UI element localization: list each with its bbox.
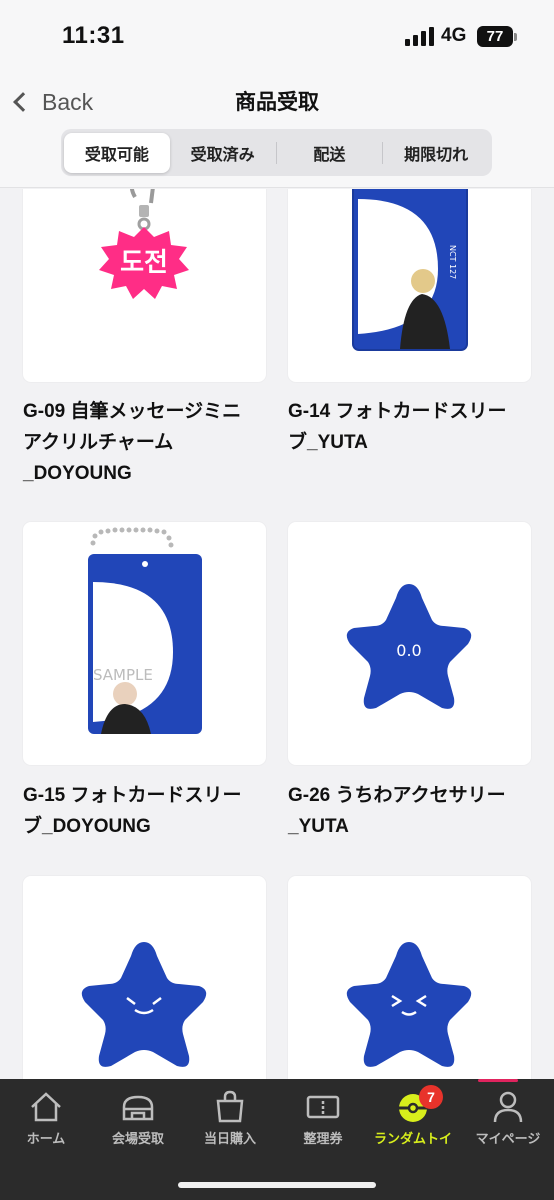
signal-icon <box>405 27 435 46</box>
random-toy-icon: 7 <box>395 1085 443 1125</box>
shopping-bag-icon <box>212 1089 248 1125</box>
tab-label: 整理券 <box>303 1131 343 1146</box>
tab-random-toy[interactable]: 7 ランダムトイ <box>373 1085 453 1147</box>
tab-my-page[interactable]: マイページ <box>468 1089 548 1147</box>
tab-label: マイページ <box>475 1131 541 1146</box>
product-card[interactable] <box>23 876 266 1079</box>
product-image-photocard-sleeve: SAMPLE <box>23 522 266 765</box>
tab-available[interactable]: 受取可能 <box>64 132 170 173</box>
home-indicator[interactable] <box>178 1182 376 1188</box>
charm-text: 도전 <box>120 248 168 278</box>
home-icon <box>28 1089 64 1125</box>
sleeve-sample-text: SAMPLE <box>93 666 153 684</box>
status-bar: 11:31 4G 77 <box>0 0 554 76</box>
status-time: 11:31 <box>62 22 125 49</box>
svg-text:0.0: 0.0 <box>396 641 421 660</box>
tab-delivery[interactable]: 配送 <box>277 133 383 173</box>
product-name: G-09 自筆メッセージミニ アクリルチャーム _DOYOUNG <box>23 401 242 484</box>
product-image-star-accessory: 0.0 <box>288 522 531 765</box>
tab-venue-pickup[interactable]: 会場受取 <box>98 1089 178 1147</box>
product-image-star-accessory <box>288 876 531 1079</box>
product-card[interactable] <box>288 876 531 1079</box>
battery-icon: 77 <box>477 26 513 47</box>
tab-label: ホーム <box>26 1131 66 1146</box>
tab-label: 当日購入 <box>203 1131 256 1146</box>
notification-badge: 7 <box>419 1085 443 1109</box>
tab-label: 会場受取 <box>111 1131 164 1146</box>
product-name: G-15 フォトカードスリー ブ_DOYOUNG <box>23 785 242 837</box>
product-grid: 도전 G-09 自筆メッセージミニ アクリルチャーム _DOYOUNG NCT … <box>0 189 554 1079</box>
tab-ticket[interactable]: 整理券 <box>283 1089 363 1147</box>
product-image-star-accessory <box>23 876 266 1079</box>
segment-bar: 受取可能 受取済み 配送 期限切れ <box>0 128 554 188</box>
network-type: 4G <box>441 25 467 46</box>
product-image-photocard-sleeve: NCT 127 <box>288 189 531 382</box>
tab-label: ランダムトイ <box>373 1131 452 1146</box>
segmented-control: 受取可能 受取済み 配送 期限切れ <box>61 129 492 176</box>
ticket-icon <box>305 1089 341 1125</box>
product-card[interactable]: SAMPLE G-15 フォトカードスリー ブ_DOYOUNG <box>23 522 266 842</box>
tab-home[interactable]: ホーム <box>6 1089 86 1147</box>
tab-same-day-purchase[interactable]: 当日購入 <box>190 1089 270 1147</box>
tab-received[interactable]: 受取済み <box>170 133 276 173</box>
venue-icon <box>120 1089 156 1125</box>
navigation-bar: Back 商品受取 <box>0 76 554 128</box>
person-icon <box>490 1089 526 1125</box>
tab-expired[interactable]: 期限切れ <box>383 133 489 173</box>
product-image-acrylic-charm: 도전 <box>23 189 266 382</box>
page-title: 商品受取 <box>235 91 319 114</box>
svg-text:NCT 127: NCT 127 <box>448 245 457 279</box>
product-card[interactable]: 도전 G-09 自筆メッセージミニ アクリルチャーム _DOYOUNG <box>23 189 266 489</box>
product-card[interactable]: 0.0 G-26 うちわアクセサリー _YUTA <box>288 522 531 842</box>
tab-accent-strip <box>478 1079 518 1082</box>
battery-tip <box>514 33 517 41</box>
product-card[interactable]: NCT 127 G-14 フォトカードスリー ブ_YUTA <box>288 189 531 489</box>
product-name: G-14 フォトカードスリー ブ_YUTA <box>288 401 507 453</box>
product-name: G-26 うちわアクセサリー _YUTA <box>288 785 506 837</box>
